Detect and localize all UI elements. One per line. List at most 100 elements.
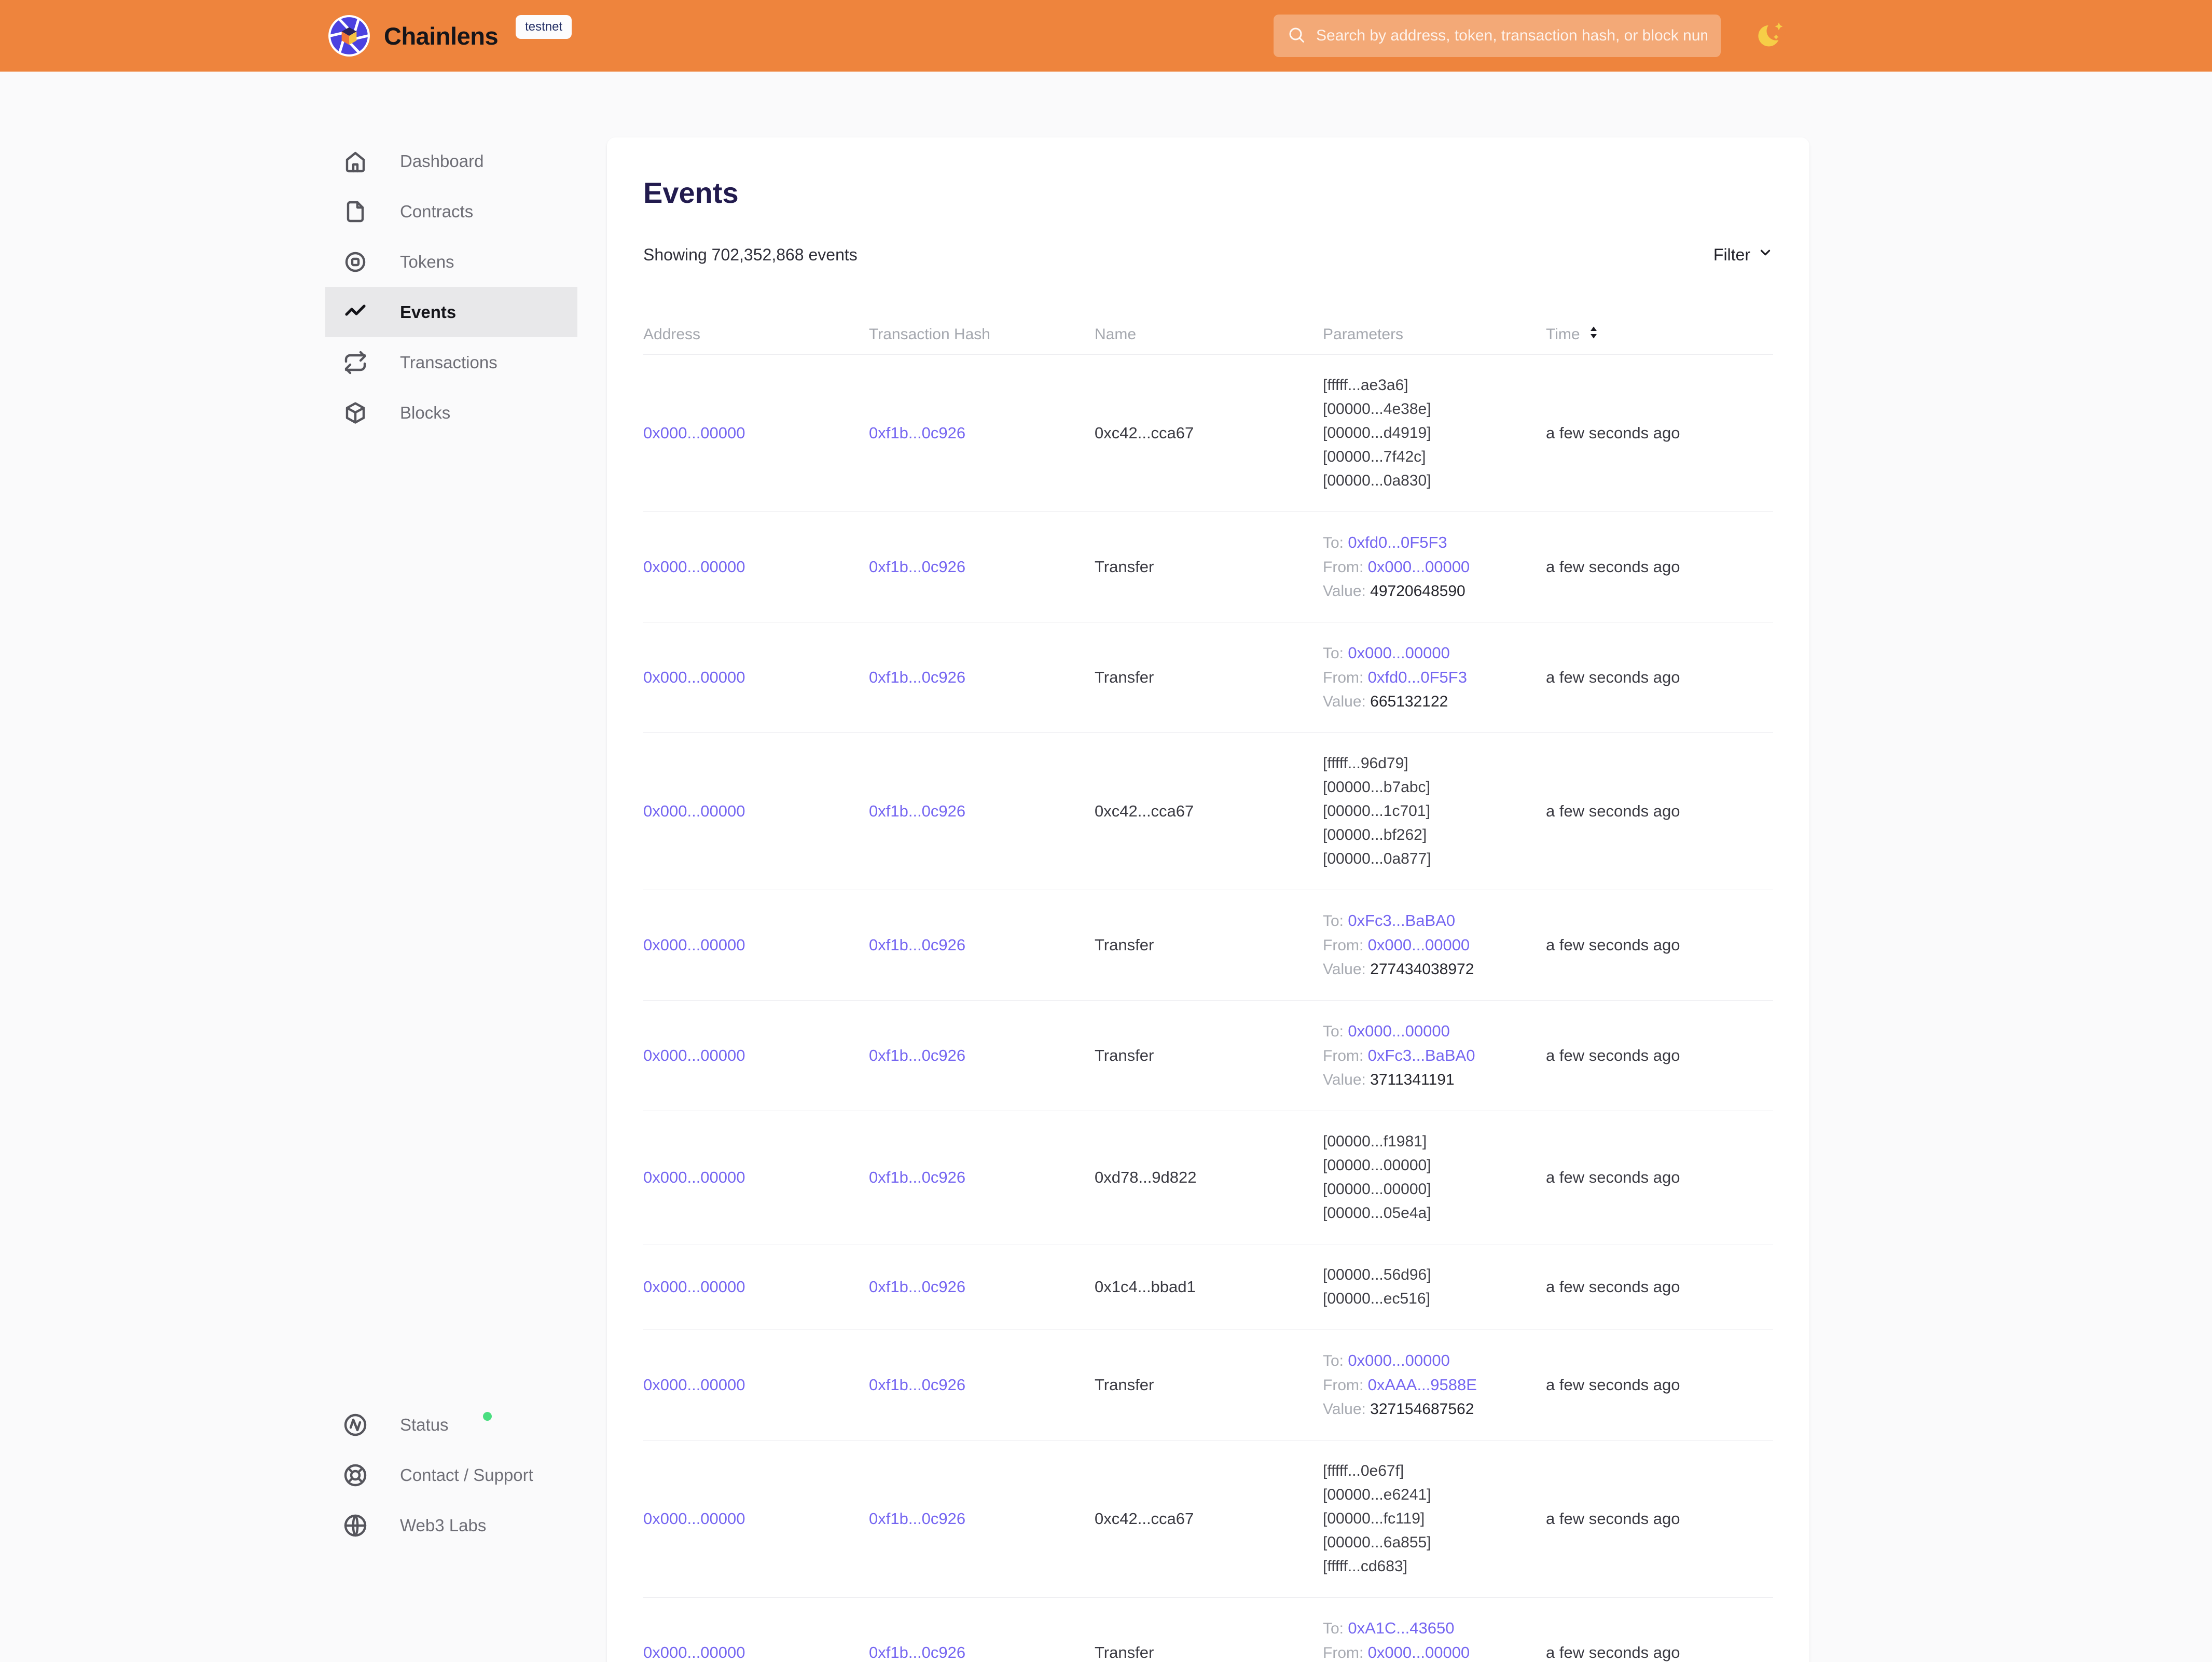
parameter-topic: [00000...f1981] — [1323, 1130, 1546, 1154]
search-input[interactable] — [1316, 27, 1707, 45]
transaction-hash-link[interactable]: 0xf1b...0c926 — [869, 1376, 965, 1394]
events-count: Showing 702,352,868 events — [643, 245, 858, 265]
transfer-to-link[interactable]: 0x000...00000 — [1348, 1351, 1450, 1369]
parameter-topic: [00000...00000] — [1323, 1178, 1546, 1201]
sidebar-item-label: Events — [400, 302, 456, 322]
parameter-label: To: — [1323, 534, 1348, 551]
parameter-label: To: — [1323, 1023, 1348, 1040]
transfer-from-link[interactable]: 0x000...00000 — [1368, 1643, 1470, 1661]
event-time: a few seconds ago — [1546, 936, 1773, 954]
transfer-from-link[interactable]: 0x000...00000 — [1368, 936, 1470, 954]
transaction-hash-link[interactable]: 0xf1b...0c926 — [869, 668, 965, 686]
event-name: 0xc42...cca67 — [1095, 1509, 1323, 1528]
transfer-value: 277434038972 — [1370, 961, 1474, 978]
event-time: a few seconds ago — [1546, 1046, 1773, 1065]
sidebar-item-status[interactable]: Status — [325, 1400, 577, 1450]
parameter-topic: [00000...4e38e] — [1323, 397, 1546, 421]
table-body: 0x000...00000 0xf1b...0c926 0xc42...cca67 [… — [643, 355, 1773, 1662]
network-badge: testnet — [516, 15, 572, 39]
document-icon — [343, 199, 368, 224]
address-link[interactable]: 0x000...00000 — [643, 424, 745, 442]
transaction-hash-link[interactable]: 0xf1b...0c926 — [869, 936, 965, 954]
transfer-to-link[interactable]: 0xfd0...0F5F3 — [1348, 533, 1447, 551]
transaction-hash-link[interactable]: 0xf1b...0c926 — [869, 1643, 965, 1661]
transfer-value: 3711341191 — [1370, 1071, 1454, 1088]
parameter-label: Value: — [1323, 693, 1370, 710]
address-link[interactable]: 0x000...00000 — [643, 668, 745, 686]
transaction-hash-link[interactable]: 0xf1b...0c926 — [869, 1046, 965, 1064]
sidebar-item-web3-labs[interactable]: Web3 Labs — [325, 1500, 577, 1550]
event-name: Transfer — [1095, 1643, 1323, 1662]
transaction-hash-link[interactable]: 0xf1b...0c926 — [869, 1168, 965, 1186]
address-link[interactable]: 0x000...00000 — [643, 802, 745, 820]
search-bar[interactable] — [1274, 15, 1721, 57]
sidebar-item-tokens[interactable]: Tokens — [325, 237, 577, 287]
filter-label: Filter — [1713, 245, 1750, 265]
event-name: Transfer — [1095, 1376, 1323, 1394]
sidebar-item-dashboard[interactable]: Dashboard — [325, 136, 577, 186]
home-icon — [343, 149, 368, 174]
parameter-label: Value: — [1323, 961, 1370, 978]
sidebar-item-blocks[interactable]: Blocks — [325, 387, 577, 438]
transfer-to-link[interactable]: 0xFc3...BaBA0 — [1348, 911, 1455, 930]
parameter-label: To: — [1323, 912, 1348, 930]
table-row: 0x000...000000xf1b...0c926TransferTo: 0x… — [643, 622, 1773, 733]
sort-arrows-icon[interactable] — [1588, 325, 1599, 344]
address-link[interactable]: 0x000...00000 — [643, 1168, 745, 1186]
column-header-label: Transaction Hash — [869, 326, 990, 343]
sidebar-item-contracts[interactable]: Contracts — [325, 186, 577, 237]
parameter-topic: [00000...7f42c] — [1323, 445, 1546, 469]
brand-name: Chainlens — [384, 22, 498, 50]
table-row: 0x000...000000xf1b...0c9260xc42...cca67[… — [643, 355, 1773, 512]
parameter-label: Value: — [1323, 1071, 1370, 1088]
table-row: 0x000...000000xf1b...0c926TransferTo: 0x… — [643, 890, 1773, 1001]
address-link[interactable]: 0x000...00000 — [643, 1278, 745, 1296]
transaction-hash-link[interactable]: 0xf1b...0c926 — [869, 424, 965, 442]
sidebar-item-label: Transactions — [400, 353, 497, 372]
page-title: Events — [643, 137, 1773, 210]
sidebar-item-transactions[interactable]: Transactions — [325, 337, 577, 387]
event-parameters: [fffff...ae3a6][00000...4e38e][00000...d… — [1323, 373, 1546, 493]
event-name: Transfer — [1095, 1046, 1323, 1065]
table-row: 0x000...000000xf1b...0c926TransferTo: 0x… — [643, 1330, 1773, 1441]
transaction-hash-link[interactable]: 0xf1b...0c926 — [869, 1509, 965, 1528]
address-link[interactable]: 0x000...00000 — [643, 1643, 745, 1661]
transaction-hash-link[interactable]: 0xf1b...0c926 — [869, 558, 965, 576]
event-time: a few seconds ago — [1546, 668, 1773, 687]
status-online-dot — [483, 1412, 492, 1421]
transfer-to-link[interactable]: 0xA1C...43650 — [1348, 1619, 1454, 1637]
chevron-down-icon — [1758, 245, 1773, 265]
address-link[interactable]: 0x000...00000 — [643, 558, 745, 576]
transfer-from-link[interactable]: 0xfd0...0F5F3 — [1368, 668, 1467, 686]
theme-toggle-button[interactable] — [1754, 19, 1788, 52]
brand[interactable]: Chainlens testnet — [328, 0, 572, 72]
address-link[interactable]: 0x000...00000 — [643, 1509, 745, 1528]
event-time: a few seconds ago — [1546, 802, 1773, 821]
transfer-to-link[interactable]: 0x000...00000 — [1348, 1022, 1450, 1040]
column-header-time[interactable]: Time — [1546, 325, 1773, 344]
transaction-hash-link[interactable]: 0xf1b...0c926 — [869, 802, 965, 820]
parameter-label: From: — [1323, 937, 1368, 954]
parameter-topic: [fffff...cd683] — [1323, 1555, 1546, 1578]
page: Chainlens testnet DashboardCon — [0, 0, 2212, 1662]
transaction-hash-link[interactable]: 0xf1b...0c926 — [869, 1278, 965, 1296]
parameter-topic: [00000...bf262] — [1323, 823, 1546, 847]
table-row: 0x000...000000xf1b...0c926TransferTo: 0x… — [643, 512, 1773, 622]
parameter-topic: [00000...0a830] — [1323, 469, 1546, 493]
parameter-label: From: — [1323, 669, 1368, 686]
transfer-from-link[interactable]: 0xAAA...9588E — [1368, 1376, 1477, 1394]
transfer-to-link[interactable]: 0x000...00000 — [1348, 644, 1450, 662]
repeat-icon — [343, 350, 368, 375]
sidebar-item-contact-support[interactable]: Contact / Support — [325, 1450, 577, 1500]
address-link[interactable]: 0x000...00000 — [643, 1376, 745, 1394]
transfer-from-link[interactable]: 0xFc3...BaBA0 — [1368, 1046, 1475, 1064]
sidebar-item-events[interactable]: Events — [325, 287, 577, 337]
filter-button[interactable]: Filter — [1713, 245, 1773, 265]
address-link[interactable]: 0x000...00000 — [643, 936, 745, 954]
table-row: 0x000...000000xf1b...0c9260xd78...9d822[… — [643, 1111, 1773, 1244]
address-link[interactable]: 0x000...00000 — [643, 1046, 745, 1064]
globe-icon — [343, 1513, 368, 1538]
event-parameters: To: 0xfd0...0F5F3From: 0x000...00000Valu… — [1323, 531, 1546, 603]
transfer-from-link[interactable]: 0x000...00000 — [1368, 558, 1470, 576]
column-header-label: Time — [1546, 326, 1580, 343]
